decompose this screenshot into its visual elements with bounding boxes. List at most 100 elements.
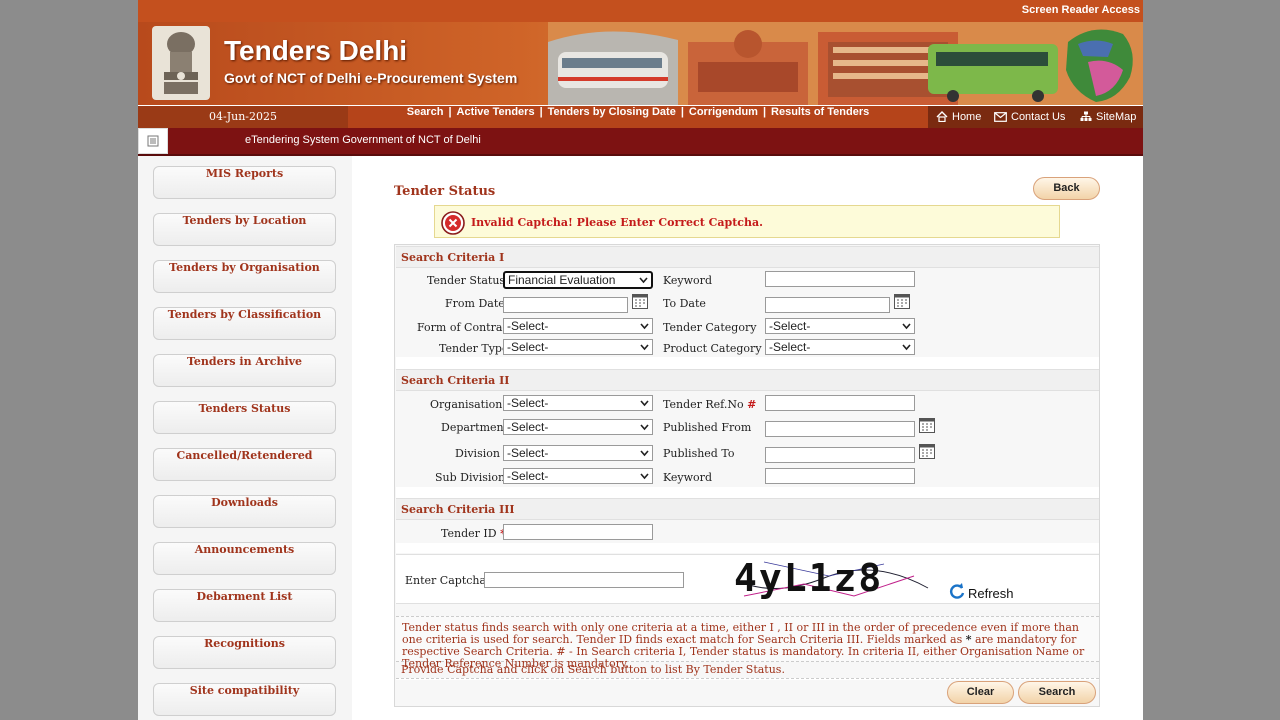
tender-category-label: Tender Category [663, 321, 757, 334]
published-to-label: Published To [663, 447, 735, 460]
sitemap-label: SiteMap [1096, 111, 1137, 123]
tender-category-select[interactable]: -Select- [765, 318, 915, 334]
hash-mark: # [747, 398, 757, 411]
criteria-1-header: Search Criteria I [396, 246, 1099, 268]
nav-bar: 04-Jun-2025 Search | Active Tenders | Tender… [138, 106, 1143, 128]
chevron-down-icon [902, 344, 911, 351]
calendar-icon[interactable] [632, 293, 648, 309]
organisation-label: Organisation# [430, 398, 512, 411]
sidebar-item-debarment-list[interactable]: Debarment List [153, 589, 336, 622]
back-button[interactable]: Back [1033, 177, 1100, 200]
sidebar-item-site-compatibility[interactable]: Site compatibility [153, 683, 336, 716]
nav-separator: | [448, 106, 452, 118]
nav-results-link[interactable]: Results of Tenders [771, 106, 869, 118]
tender-id-input[interactable] [503, 524, 653, 540]
banner-collage-image [548, 22, 1143, 105]
home-label: Home [952, 111, 982, 123]
organisation-label-text: Organisation [430, 398, 503, 411]
form-of-contract-select[interactable]: -Select- [503, 318, 653, 334]
sidebar-item-announcements[interactable]: Announcements [153, 542, 336, 575]
product-category-select[interactable]: -Select- [765, 339, 915, 355]
keyword-2-input[interactable] [765, 468, 915, 484]
criteria-3-heading: Search Criteria III [401, 503, 515, 516]
nav-separator: | [680, 106, 684, 118]
nav-separator: | [762, 106, 767, 118]
tender-status-label: Tender Status# [427, 274, 514, 287]
screen-reader-access-link[interactable]: Screen Reader Access [1022, 4, 1140, 16]
published-from-input[interactable] [765, 421, 915, 437]
nav-search-link[interactable]: Search [407, 106, 444, 118]
page-title: Tender Status [394, 184, 496, 199]
keyword-input[interactable] [765, 271, 915, 287]
captcha-input[interactable] [484, 572, 684, 588]
calendar-icon[interactable] [919, 443, 935, 459]
sitemap-link[interactable]: SiteMap [1080, 106, 1136, 128]
refresh-icon [950, 583, 965, 599]
from-date-input[interactable] [503, 297, 628, 313]
tender-type-select[interactable]: -Select- [503, 339, 653, 355]
sidebar-item-recognitions[interactable]: Recognitions [153, 636, 336, 669]
sidebar-item-mis-reports[interactable]: MIS Reports [153, 166, 336, 199]
department-select[interactable]: -Select- [503, 419, 653, 435]
news-icon [138, 128, 168, 154]
sidebar-item-tenders-by-organisation[interactable]: Tenders by Organisation [153, 260, 336, 293]
home-link[interactable]: Home [936, 106, 981, 128]
search-button[interactable]: Search [1018, 681, 1096, 704]
published-to-input[interactable] [765, 447, 915, 463]
sidebar-item-tenders-by-classification[interactable]: Tenders by Classification [153, 307, 336, 340]
national-emblem-icon [152, 26, 210, 100]
captcha-instruction-text: Provide Captcha and click on Search butt… [401, 663, 785, 676]
tender-type-label: Tender Type [439, 342, 509, 355]
tender-ref-no-label: Tender Ref.No # [663, 398, 756, 411]
section-gap [396, 487, 1099, 498]
organisation-select[interactable]: -Select- [503, 395, 653, 411]
help-note-box: Tender status finds search with only one… [396, 616, 1099, 670]
department-value: -Select- [507, 420, 549, 434]
criteria-2-heading: Search Criteria II [401, 374, 510, 387]
division-label: Division [455, 447, 500, 460]
captcha-label-text: Enter Captcha [405, 574, 487, 587]
nav-utility-links: Home Contact Us SiteMap [928, 106, 1143, 128]
site-title: Tenders Delhi [224, 35, 408, 66]
to-date-input[interactable] [765, 297, 890, 313]
sidebar: MIS Reports Tenders by Location Tenders … [138, 156, 352, 720]
tender-category-value: -Select- [769, 319, 811, 333]
sidebar-item-tenders-by-location[interactable]: Tenders by Location [153, 213, 336, 246]
error-message-box: Invalid Captcha! Please Enter Correct Ca… [434, 205, 1060, 238]
division-select[interactable]: -Select- [503, 445, 653, 461]
nav-active-tenders-link[interactable]: Active Tenders [457, 106, 535, 118]
tender-id-label: Tender ID * [441, 527, 506, 540]
criteria-2-header: Search Criteria II [396, 369, 1099, 391]
sidebar-item-downloads[interactable]: Downloads [153, 495, 336, 528]
contact-us-link[interactable]: Contact Us [994, 106, 1065, 128]
nav-separator: | [539, 106, 543, 118]
chevron-down-icon [640, 450, 649, 457]
chevron-down-icon [640, 344, 649, 351]
refresh-captcha-button[interactable]: Refresh [948, 582, 1014, 601]
nav-corrigendum-link[interactable]: Corrigendum [689, 106, 758, 118]
captcha-label: Enter Captcha * [405, 574, 495, 587]
top-bar: Screen Reader Access [138, 0, 1143, 22]
captcha-row: Enter Captcha * 4yL1z8 Refresh [396, 554, 1099, 604]
sidebar-item-tenders-in-archive[interactable]: Tenders in Archive [153, 354, 336, 387]
nav-closing-date-link[interactable]: Tenders by Closing Date [548, 106, 676, 118]
calendar-icon[interactable] [894, 293, 910, 309]
error-icon [441, 211, 465, 235]
sub-division-select[interactable]: -Select- [503, 468, 653, 484]
clear-button[interactable]: Clear [947, 681, 1014, 704]
sub-division-value: -Select- [507, 469, 549, 483]
product-category-label: Product Category [663, 342, 762, 355]
sidebar-item-tenders-status[interactable]: Tenders Status [153, 401, 336, 434]
current-date: 04-Jun-2025 [138, 106, 348, 128]
tender-status-select[interactable]: Financial Evaluation [503, 271, 653, 289]
sidebar-item-cancelled-retendered[interactable]: Cancelled/Retendered [153, 448, 336, 481]
chevron-down-icon [640, 400, 649, 407]
tender-ref-no-input[interactable] [765, 395, 915, 411]
tender-status-value: Financial Evaluation [508, 273, 616, 287]
sub-division-label: Sub Division [435, 471, 506, 484]
division-value: -Select- [507, 446, 549, 460]
calendar-icon[interactable] [919, 417, 935, 433]
chevron-down-icon [640, 473, 649, 480]
captcha-text: 4yL1z8 [734, 556, 884, 600]
contact-us-label: Contact Us [1011, 111, 1066, 123]
